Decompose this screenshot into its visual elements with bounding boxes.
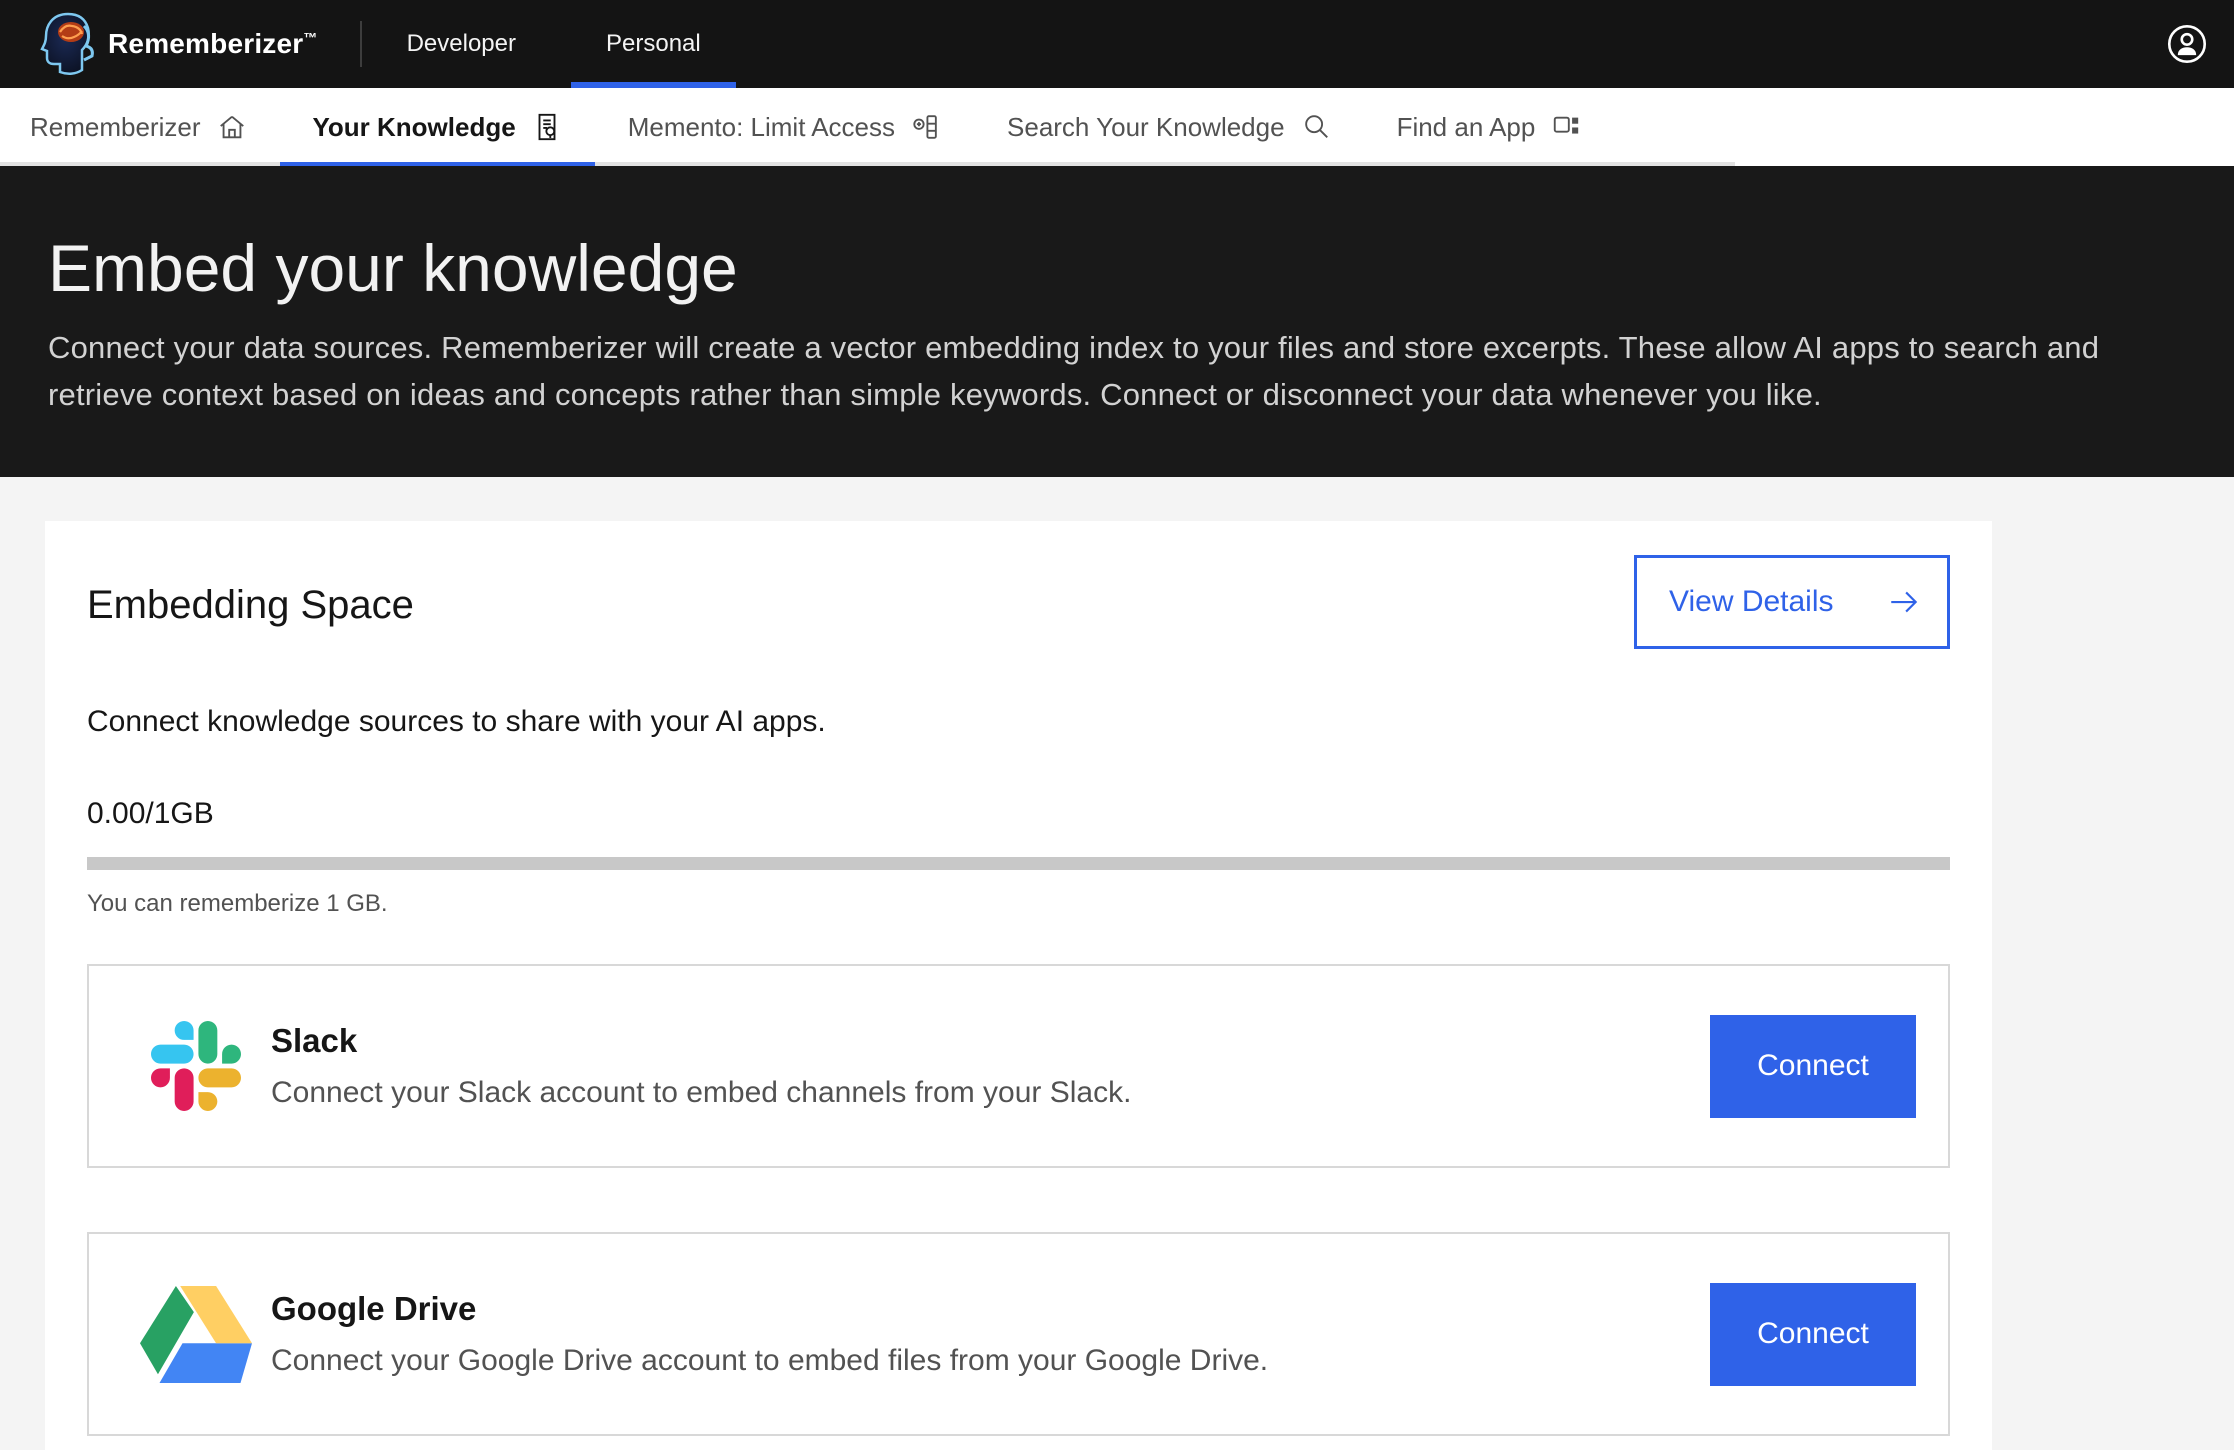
hero-title: Embed your knowledge	[48, 228, 2186, 308]
storage-progress-bar	[87, 857, 1950, 870]
connect-slack-button[interactable]: Connect	[1710, 1015, 1916, 1118]
card-title: Embedding Space	[87, 581, 414, 629]
topbar-link-personal[interactable]: Personal	[561, 0, 746, 88]
connect-google-drive-button[interactable]: Connect	[1710, 1283, 1916, 1386]
source-row-slack: Slack Connect your Slack account to embe…	[87, 964, 1950, 1168]
nav-tab-search-your-knowledge[interactable]: Search Your Knowledge	[974, 88, 1364, 166]
card-subtitle: Connect knowledge sources to share with …	[87, 705, 1950, 739]
document-search-icon	[532, 112, 562, 142]
source-name: Google Drive	[271, 1290, 1268, 1328]
source-description: Connect your Google Drive account to emb…	[271, 1344, 1268, 1378]
nav-tab-label: Rememberizer	[30, 112, 201, 143]
nav-tab-label: Find an App	[1397, 112, 1536, 143]
user-avatar-icon	[2166, 23, 2208, 65]
card-header: Embedding Space View Details	[87, 555, 1950, 649]
hero-description: Connect your data sources. Rememberizer …	[48, 324, 2173, 418]
nav-tab-find-an-app[interactable]: Find an App	[1364, 88, 1615, 166]
source-description: Connect your Slack account to embed chan…	[271, 1076, 1131, 1110]
apps-grid-icon	[1551, 112, 1581, 142]
google-drive-icon	[140, 1286, 252, 1383]
embedding-space-card: Embedding Space View Details Connect kno…	[45, 521, 1992, 1450]
hero-banner: Embed your knowledge Connect your data s…	[0, 166, 2234, 477]
nav-tab-rememberizer-home[interactable]: Rememberizer	[0, 88, 280, 166]
secondary-nav: Rememberizer Your Knowledge Memento: Lim…	[0, 88, 2234, 166]
nav-tab-label: Search Your Knowledge	[1007, 112, 1285, 143]
search-icon	[1301, 112, 1331, 142]
main-content: Embedding Space View Details Connect kno…	[0, 477, 2234, 1446]
view-details-label: View Details	[1669, 585, 1834, 619]
slack-icon	[151, 1021, 241, 1111]
memento-filter-icon	[911, 112, 941, 142]
arrow-right-icon	[1887, 585, 1921, 619]
view-details-button[interactable]: View Details	[1634, 555, 1950, 649]
source-text-block: Slack Connect your Slack account to embe…	[271, 1022, 1131, 1110]
rememberizer-logo-icon[interactable]	[38, 12, 98, 76]
nav-tab-label: Memento: Limit Access	[628, 112, 895, 143]
trademark-symbol: ™	[303, 30, 317, 46]
nav-tab-memento-limit-access[interactable]: Memento: Limit Access	[595, 88, 974, 166]
home-icon	[217, 112, 247, 142]
brand-name: Rememberizer™	[108, 28, 318, 60]
storage-usage-caption: You can rememberize 1 GB.	[87, 890, 1950, 918]
source-icon-wrapper	[137, 1286, 255, 1383]
source-name: Slack	[271, 1022, 1131, 1060]
source-text-block: Google Drive Connect your Google Drive a…	[271, 1290, 1268, 1378]
storage-usage-value: 0.00/1GB	[87, 797, 1950, 831]
nav-tab-label: Your Knowledge	[313, 112, 516, 143]
topbar-link-developer[interactable]: Developer	[362, 0, 561, 88]
account-menu-button[interactable]	[2166, 23, 2208, 65]
source-row-google-drive: Google Drive Connect your Google Drive a…	[87, 1232, 1950, 1436]
top-app-bar: Rememberizer™ Developer Personal	[0, 0, 2234, 88]
source-icon-wrapper	[137, 1021, 255, 1111]
nav-tab-your-knowledge[interactable]: Your Knowledge	[280, 88, 595, 166]
